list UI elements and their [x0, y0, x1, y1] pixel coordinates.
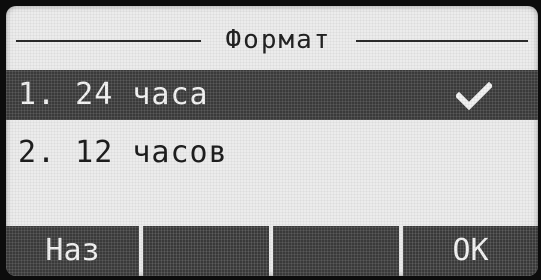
- softkey-bar: Наз OK: [6, 226, 538, 276]
- menu-item-12-hours[interactable]: 2. 12 часов: [6, 128, 538, 178]
- header-divider-left: [16, 40, 201, 42]
- softkey-3[interactable]: [273, 226, 399, 276]
- screen-header: Формат: [6, 20, 538, 60]
- menu-item-label: 2. 12 часов: [18, 135, 228, 170]
- header-divider-right: [356, 40, 528, 42]
- device-screen: Формат 1. 24 часа 2. 12 часов Наз OK: [0, 0, 541, 280]
- lcd-display: Формат 1. 24 часа 2. 12 часов Наз OK: [6, 6, 538, 276]
- menu-item-24-hours[interactable]: 1. 24 часа: [6, 70, 538, 120]
- screen-title: Формат: [225, 25, 332, 55]
- back-softkey[interactable]: Наз: [6, 226, 139, 276]
- softkey-2[interactable]: [143, 226, 269, 276]
- checkmark-icon: [456, 82, 492, 110]
- menu-item-label: 1. 24 часа: [18, 77, 209, 112]
- ok-softkey[interactable]: OK: [403, 226, 538, 276]
